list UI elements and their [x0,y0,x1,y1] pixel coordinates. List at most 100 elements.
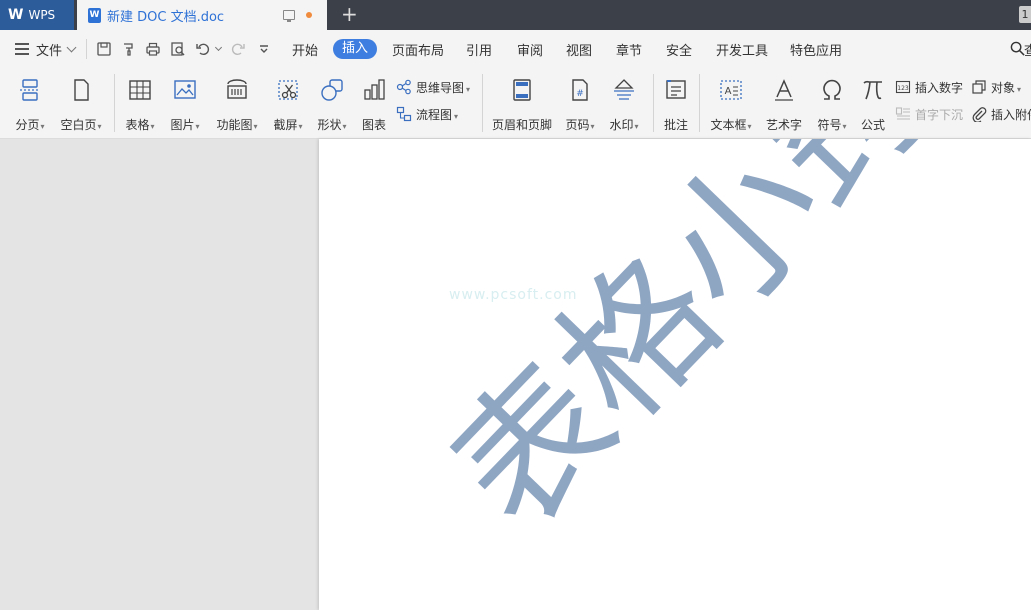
file-menu[interactable]: 文件 [36,40,62,59]
function-chart-button[interactable]: 功能图 [210,78,264,134]
menu-bar: 文件 开始 插入 页面布局 引用 审阅 视图 章节 安全 开发工具 特色应用 查 [0,30,1031,68]
chevron-down-icon[interactable] [66,42,77,53]
tab-start[interactable]: 开始 [292,40,318,59]
drop-cap-icon [895,107,910,120]
wps-home-tab[interactable]: W WPS [0,0,74,30]
unsaved-dot-icon [306,12,312,18]
table-label: 表格 [120,116,160,133]
attachment-label: 插入附件 [991,107,1031,122]
screenshot-button[interactable]: 截屏 [268,78,308,134]
page-number-button[interactable]: # 页码 [560,78,600,134]
text-box-icon: A [720,80,742,100]
symbol-label: 符号 [812,116,852,133]
number-icon: 123 [895,80,911,94]
header-footer-button[interactable]: 页眉和页脚 [488,78,556,134]
insert-number-button[interactable]: 123 插入数字 [895,78,963,96]
blank-page-icon [74,79,89,101]
pi-icon [863,80,882,100]
watermark-label: 水印 [604,116,644,133]
window-badge[interactable]: 1 [1019,6,1031,23]
page-break-label: 分页 [8,116,52,133]
flowchart-label: 流程图 [416,106,458,123]
page-break-button[interactable]: 分页 [8,78,52,134]
table-button[interactable]: 表格 [120,78,160,134]
mind-map-label: 思维导图 [416,79,470,96]
print-preview-icon[interactable] [170,41,186,57]
word-art-button[interactable]: 艺术字 [762,78,806,134]
doc-file-icon: W [88,7,101,23]
search-label[interactable]: 查 [1024,40,1031,59]
blank-page-button[interactable]: 空白页 [54,78,108,134]
function-chart-icon [227,79,247,99]
screenshot-icon [278,80,298,100]
chart-label: 图表 [361,118,386,132]
function-chart-label: 功能图 [210,116,264,133]
tab-section[interactable]: 章节 [616,40,642,59]
new-tab-button[interactable]: + [341,3,358,25]
format-painter-icon[interactable] [121,41,137,57]
customize-toolbar-icon[interactable] [256,41,272,57]
mind-map-button[interactable]: 思维导图 [396,78,470,96]
tab-developer[interactable]: 开发工具 [716,40,768,59]
page-number-label: 页码 [560,116,600,133]
insert-ribbon: 分页 空白页 表格 图片 功能图 截屏 形状 图表 思维导图 流程图 页眉和页 [0,68,1031,139]
flowchart-button[interactable]: 流程图 [396,105,458,123]
word-art-label: 艺术字 [765,118,802,132]
formula-button[interactable]: 公式 [855,78,891,134]
watermark-icon [614,79,634,100]
tab-view[interactable]: 视图 [566,40,592,59]
divider [699,74,700,132]
document-page[interactable]: www.pcsoft.com 表格小窍门 [319,139,1031,610]
undo-dropdown-icon[interactable] [214,43,223,52]
drop-cap-label: 首字下沉 [915,107,964,122]
hamburger-icon[interactable] [15,43,29,58]
comment-button[interactable]: 批注 [658,78,694,134]
object-label: 对象 [991,79,1021,96]
redo-icon[interactable] [230,41,246,57]
attachment-button[interactable]: 插入附件 [971,105,1031,123]
print-icon[interactable] [145,41,161,57]
page-number-icon: # [572,79,588,101]
picture-icon [174,80,196,99]
omega-icon [823,79,841,100]
undo-icon[interactable] [195,41,211,57]
wps-home-label: WPS [28,8,56,22]
object-button[interactable]: 对象 [971,78,1021,96]
comment-label: 批注 [663,118,688,132]
text-box-label: 文本框 [705,116,757,133]
text-box-button[interactable]: A 文本框 [705,78,757,134]
paperclip-icon [972,107,987,122]
mind-map-icon [396,79,411,95]
watermark-text: 表格小窍门 [420,139,1031,562]
screenshot-label: 截屏 [268,116,308,133]
shape-button[interactable]: 形状 [312,78,352,134]
divider [653,74,654,132]
table-icon [129,80,151,100]
picture-label: 图片 [165,116,205,133]
drop-cap-button[interactable]: 首字下沉 [895,105,963,123]
divider [114,74,115,132]
wps-logo-icon: W [8,7,24,23]
save-icon[interactable] [96,41,112,57]
svg-text:#: # [576,89,584,99]
document-tab[interactable]: W 新建 DOC 文档.doc [77,0,327,30]
blank-page-label: 空白页 [54,116,108,133]
tab-security[interactable]: 安全 [666,40,692,59]
tab-review[interactable]: 审阅 [517,40,543,59]
watermark-button[interactable]: 水印 [604,78,644,134]
formula-label: 公式 [860,118,885,132]
picture-button[interactable]: 图片 [165,78,205,134]
search-icon[interactable] [1010,41,1025,56]
svg-text:123: 123 [897,85,909,92]
insert-number-label: 插入数字 [915,80,964,95]
monitor-icon[interactable] [283,10,295,22]
comment-icon [666,80,686,99]
chart-button[interactable]: 图表 [356,78,392,134]
tab-page-layout[interactable]: 页面布局 [392,40,444,59]
tab-special-apps[interactable]: 特色应用 [790,40,842,59]
title-bar: W WPS W 新建 DOC 文档.doc + 1 [0,0,1031,30]
flowchart-icon [396,106,412,122]
tab-insert[interactable]: 插入 [333,39,377,59]
symbol-button[interactable]: 符号 [812,78,852,134]
tab-references[interactable]: 引用 [466,40,492,59]
